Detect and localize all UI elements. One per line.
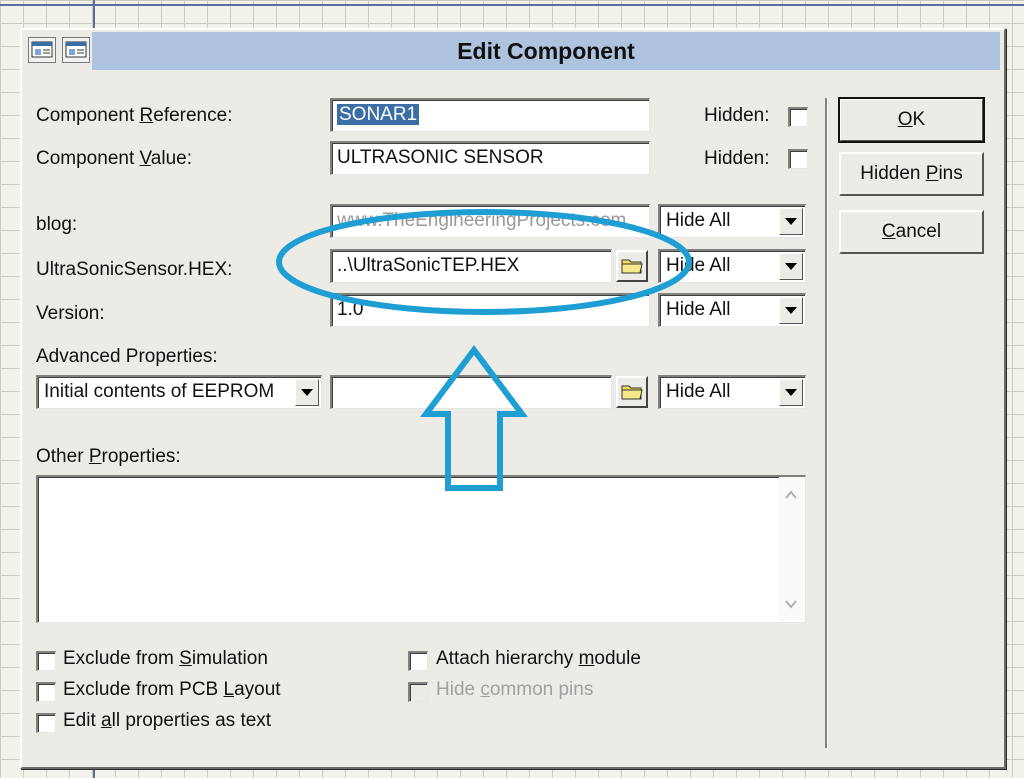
component-value-input[interactable]: ULTRASONIC SENSOR — [330, 141, 650, 175]
browse-eeprom-button[interactable] — [616, 376, 648, 408]
edit-component-dialog: Edit Component Component Reference: SONA… — [20, 28, 1006, 769]
blog-label: blog: — [36, 214, 78, 235]
hex-file-input[interactable]: ..\UltraSonicTEP.HEX — [330, 249, 612, 283]
blog-visibility-select[interactable]: Hide All — [658, 204, 806, 238]
advanced-visibility-select[interactable]: Hide All — [658, 375, 806, 409]
dropdown-arrow-icon[interactable] — [779, 379, 803, 406]
ok-button[interactable]: OK — [838, 97, 985, 143]
properties-icon[interactable] — [62, 37, 90, 63]
exclude-simulation-checkbox[interactable] — [36, 651, 56, 671]
other-properties-textarea[interactable] — [36, 475, 806, 623]
component-value-label: Component Value: — [36, 148, 192, 169]
attach-hierarchy-label: Attach hierarchy module — [436, 648, 641, 669]
exclude-pcb-checkbox[interactable] — [36, 682, 56, 702]
hidden-pins-button[interactable]: Hidden Pins — [839, 152, 984, 196]
component-reference-label: Component Reference: — [36, 105, 233, 126]
window-title: Edit Component — [457, 37, 635, 64]
dropdown-arrow-icon[interactable] — [779, 208, 803, 235]
exclude-simulation-label: Exclude from Simulation — [63, 648, 268, 669]
version-label: Version: — [36, 303, 105, 324]
reference-hidden-checkbox[interactable] — [788, 107, 808, 127]
dropdown-arrow-icon[interactable] — [779, 253, 803, 280]
hide-common-pins-checkbox[interactable] — [408, 682, 428, 702]
advanced-properties-label: Advanced Properties: — [36, 346, 218, 367]
edit-as-text-label: Edit all properties as text — [63, 710, 272, 731]
hidden-label: Hidden: — [704, 105, 770, 126]
exclude-pcb-label: Exclude from PCB Layout — [63, 679, 281, 700]
cancel-button[interactable]: Cancel — [839, 210, 984, 254]
window-menu-icon[interactable] — [28, 37, 56, 63]
value-hidden-checkbox[interactable] — [788, 149, 808, 169]
blog-input[interactable]: www.TheEngineeringProjects.com — [330, 204, 650, 238]
advanced-property-select[interactable]: Initial contents of EEPROM — [36, 375, 322, 409]
schematic-border-horizontal — [0, 4, 1024, 6]
dropdown-arrow-icon[interactable] — [779, 297, 803, 324]
attach-hierarchy-checkbox[interactable] — [408, 651, 428, 671]
dropdown-arrow-icon[interactable] — [295, 379, 319, 406]
advanced-value-input[interactable] — [330, 375, 612, 409]
browse-hex-button[interactable] — [616, 250, 648, 282]
scroll-down-icon[interactable] — [785, 598, 797, 610]
hidden-label: Hidden: — [704, 148, 770, 169]
title-bar[interactable]: Edit Component — [92, 32, 1000, 70]
edit-as-text-checkbox[interactable] — [36, 713, 56, 733]
hex-visibility-select[interactable]: Hide All — [658, 249, 806, 283]
other-properties-label: Other Properties: — [36, 446, 181, 467]
component-reference-input[interactable]: SONAR1 — [330, 98, 650, 132]
hex-label: UltraSonicSensor.HEX: — [36, 259, 233, 280]
textarea-scrollbar[interactable] — [779, 477, 805, 622]
folder-icon — [621, 259, 643, 274]
folder-icon — [621, 385, 643, 400]
hide-common-pins-label: Hide common pins — [436, 679, 594, 700]
version-input[interactable]: 1.0 — [330, 293, 650, 327]
vertical-separator — [825, 98, 828, 748]
scroll-up-icon[interactable] — [785, 489, 797, 501]
version-visibility-select[interactable]: Hide All — [658, 293, 806, 327]
